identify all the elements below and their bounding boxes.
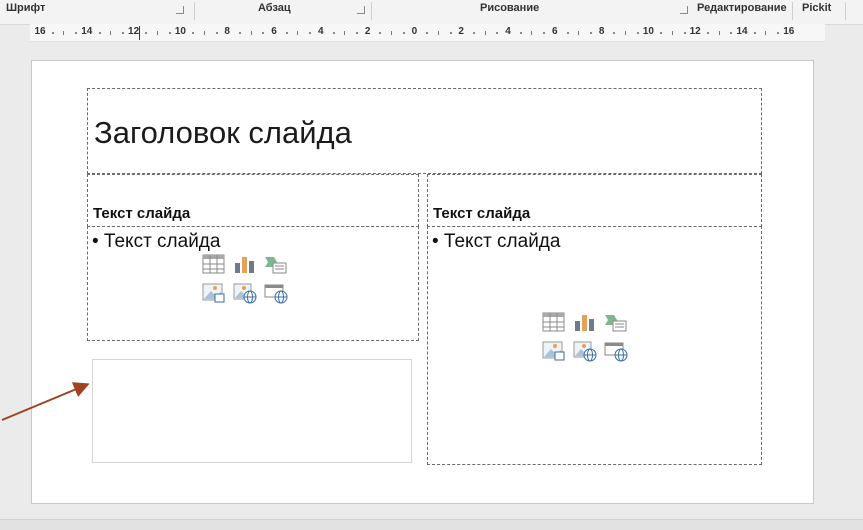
arrow-line <box>1 382 90 421</box>
status-strip <box>0 519 863 530</box>
annotation-arrow <box>1 382 90 421</box>
